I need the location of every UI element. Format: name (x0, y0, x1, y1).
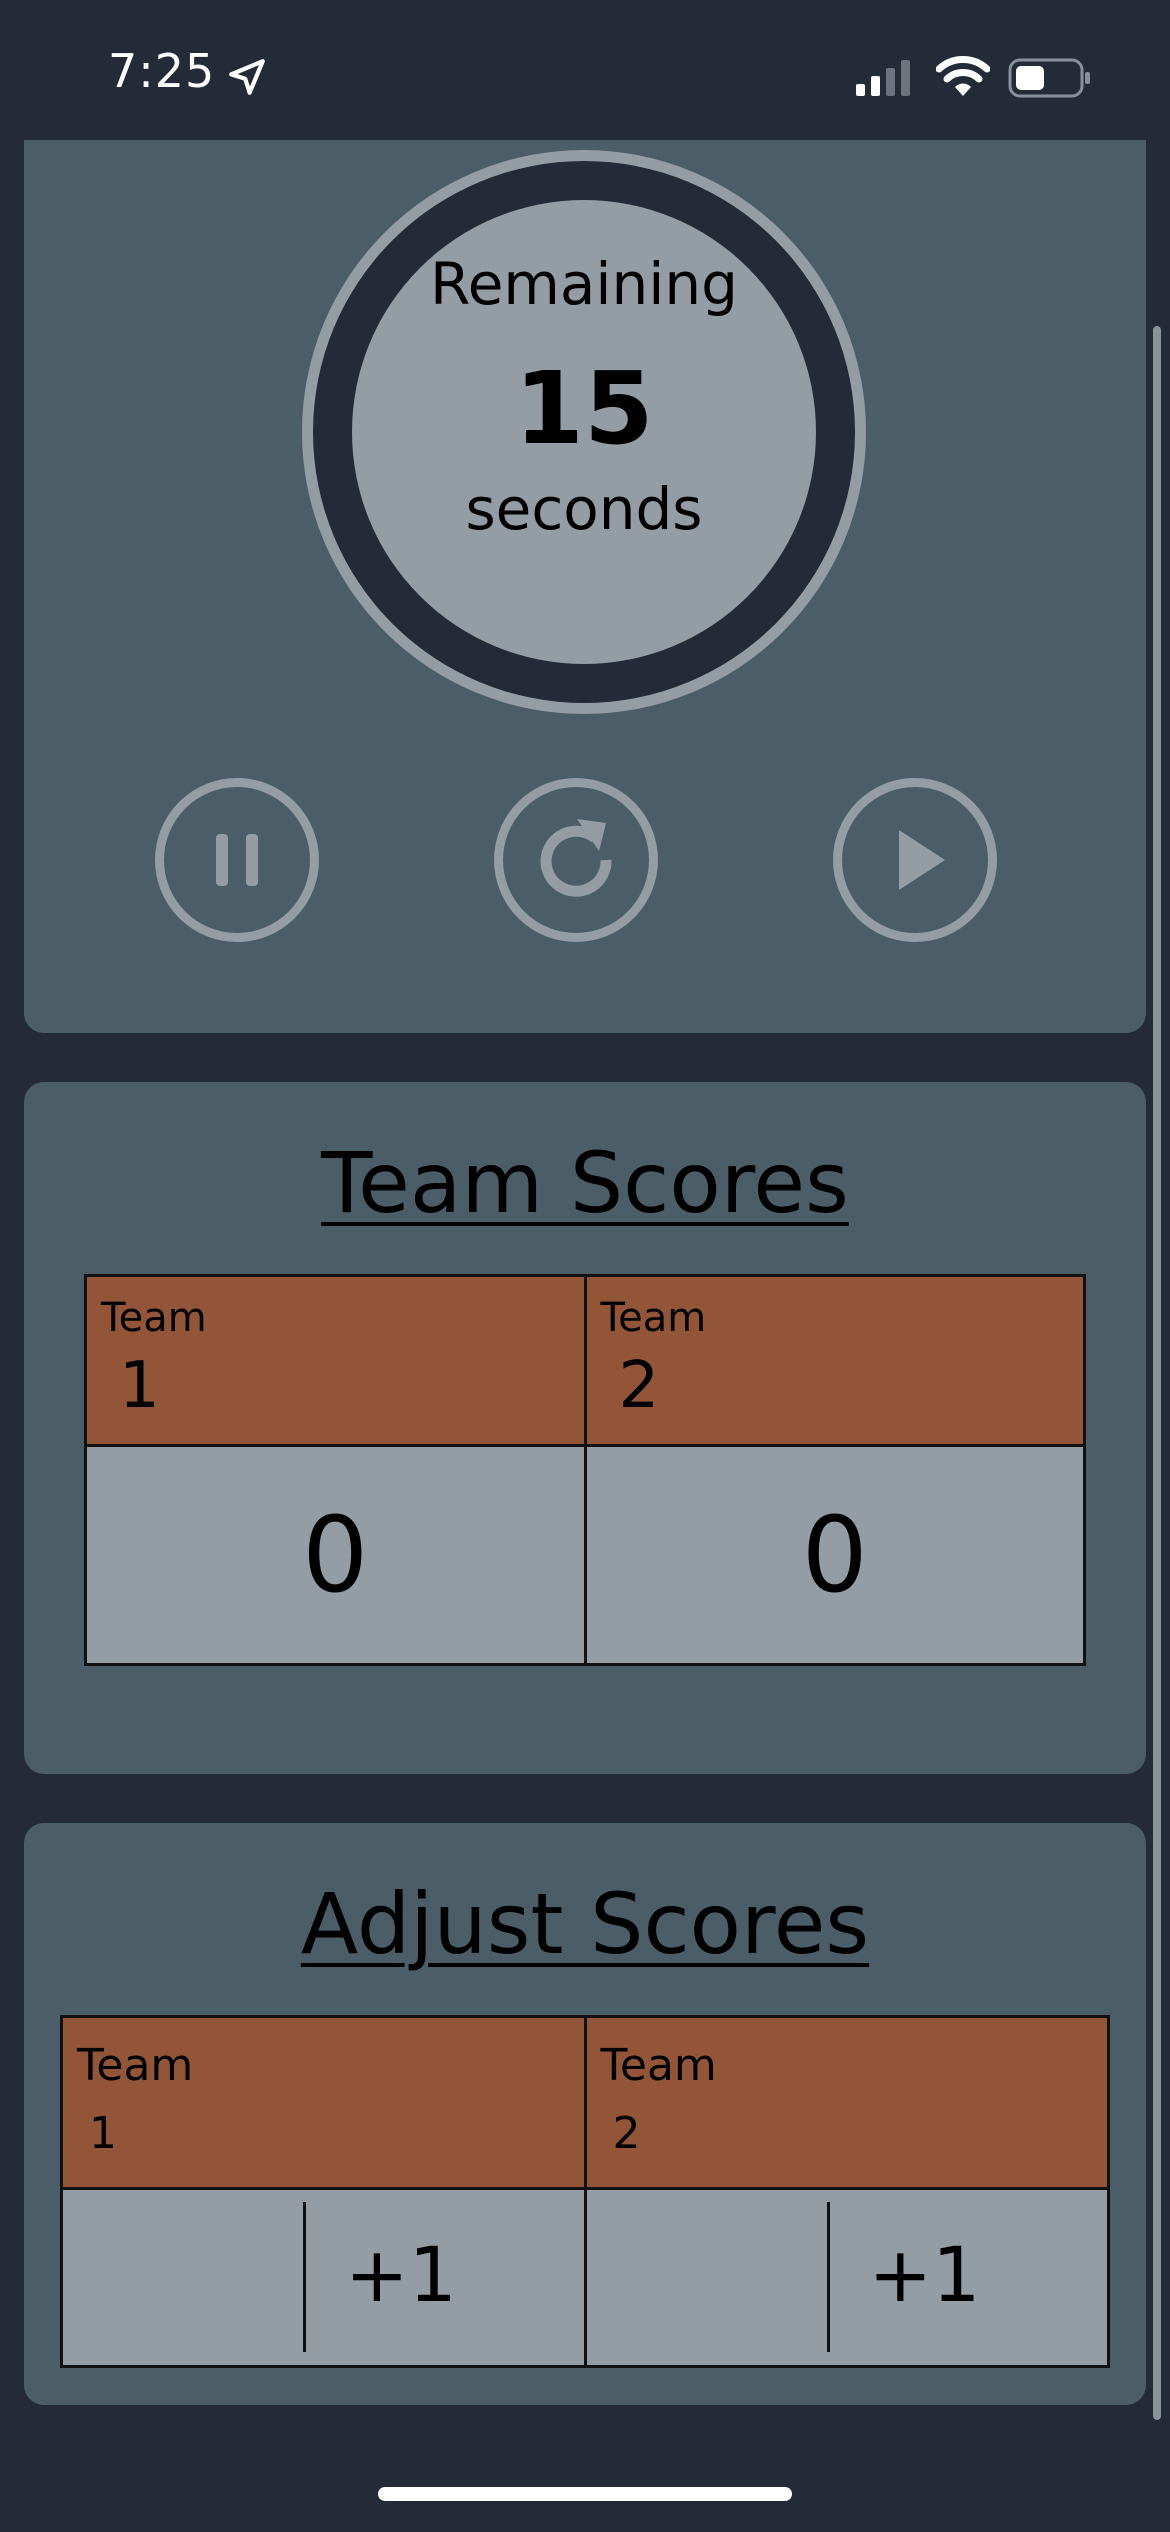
team-1-score: 0 (302, 1494, 369, 1616)
adjust-scores-title: Adjust Scores (300, 1875, 870, 1973)
team-1-header: Team 1 (84, 1274, 587, 1447)
cellular-signal-icon (856, 60, 910, 96)
restart-icon (540, 819, 612, 897)
team-2-word: Team (600, 1295, 707, 1341)
team-2-header: Team 2 (583, 1274, 1086, 1447)
team-1-score-cell: 0 (84, 1444, 587, 1666)
adjust-team-2-controls: +1 (583, 2187, 1110, 2368)
adjust-scores-card: Adjust Scores Team 1 Team 2 +1 +1 (24, 1823, 1146, 2405)
seconds-label: seconds (465, 475, 703, 543)
home-indicator[interactable] (378, 2487, 792, 2501)
team-1-number: 1 (119, 1349, 160, 1423)
location-arrow-icon (229, 59, 265, 95)
pause-button[interactable] (155, 778, 319, 942)
play-icon (899, 830, 945, 890)
team-scores-table: Team 1 Team 2 0 0 (84, 1274, 1086, 1666)
adjust-team-1-number: 1 (89, 2108, 117, 2159)
countdown-face: Remaining 15 seconds (352, 200, 816, 664)
adjust-team-1-word: Team (77, 2040, 194, 2091)
scroll-indicator[interactable] (1153, 326, 1161, 2420)
status-bar: 7:25 (0, 0, 1170, 150)
team-1-word: Team (101, 1295, 207, 1341)
countdown-ring: Remaining 15 seconds (302, 150, 866, 714)
team-2-score-cell: 0 (583, 1444, 1086, 1666)
status-time: 7:25 (108, 44, 216, 98)
pause-icon (216, 834, 258, 886)
adjust-team-1-controls: +1 (60, 2187, 587, 2368)
adjust-scores-table: Team 1 Team 2 +1 +1 (60, 2015, 1110, 2368)
wifi-icon (936, 56, 990, 96)
remaining-seconds-value: 15 (514, 350, 654, 467)
adjust-team-2-word: Team (600, 2040, 717, 2091)
battery-icon (1008, 58, 1090, 98)
adjust-team-2-header: Team 2 (583, 2015, 1110, 2190)
timer-card: Remaining 15 seconds (24, 140, 1146, 1033)
team-2-plus-one-button[interactable]: +1 (869, 2230, 981, 2319)
restart-button[interactable] (494, 778, 658, 942)
team-scores-title: Team Scores (321, 1134, 849, 1232)
remaining-label: Remaining (430, 250, 738, 318)
team-1-plus-one-button[interactable]: +1 (345, 2230, 457, 2319)
adjust-team-2-number: 2 (612, 2108, 641, 2159)
team-2-score: 0 (801, 1494, 868, 1616)
team-2-number: 2 (618, 1349, 660, 1423)
team-scores-card: Team Scores Team 1 Team 2 0 0 (24, 1082, 1146, 1774)
play-button[interactable] (833, 778, 997, 942)
adjust-divider (826, 2202, 830, 2352)
adjust-team-1-header: Team 1 (60, 2015, 587, 2190)
adjust-divider (303, 2202, 306, 2352)
